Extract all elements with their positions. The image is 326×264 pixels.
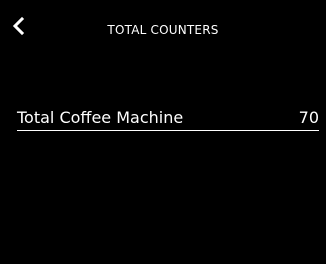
page-title: TOTAL COUNTERS [107,23,219,37]
counter-value: 70 [298,108,319,127]
counter-label: Total Coffee Machine [17,108,184,127]
counter-row-total-coffee-machine[interactable]: Total Coffee Machine 70 [17,106,319,131]
total-counters-screen: TOTAL COUNTERS Total Coffee Machine 70 [0,0,326,264]
